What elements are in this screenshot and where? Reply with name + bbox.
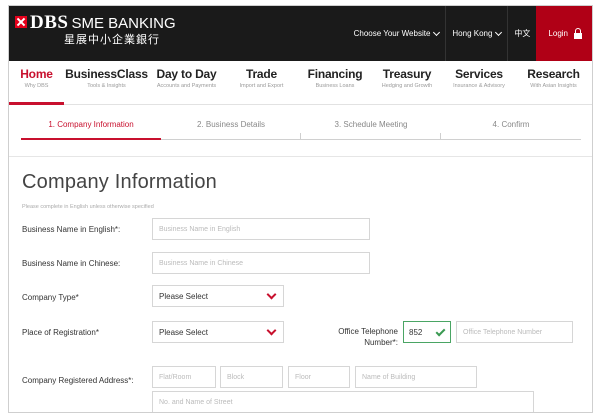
nav-sub: Why DBS [24, 83, 49, 89]
progress-steps: 1. Company Information 2. Business Detai… [21, 118, 581, 140]
flat-room-input[interactable]: Flat/Room [152, 366, 216, 388]
office-telephone-input[interactable]: Office Telephone Number [456, 321, 573, 343]
office-telephone-label: Office Telephone Number*: [324, 326, 398, 348]
nav-item-services[interactable]: Services Insurance & Advisory [443, 61, 515, 104]
block-input[interactable]: Block [220, 366, 283, 388]
lock-icon [574, 27, 582, 39]
logo-chinese: 星展中小企業銀行 [64, 34, 160, 46]
chevron-down-icon [433, 28, 441, 36]
nav-sub: Tools & Insights [87, 83, 126, 89]
nav-item-financing[interactable]: Financing Business Loans [299, 61, 371, 104]
place-of-registration-select[interactable]: Please Select [152, 321, 284, 343]
nav-title: Research [527, 67, 580, 81]
step-company-information: 1. Company Information [21, 118, 161, 140]
placeholder: Floor [295, 373, 311, 381]
login-label: Login [548, 29, 568, 38]
step-confirm: 4. Confirm [441, 118, 581, 140]
nav-title: Day to Day [156, 67, 217, 81]
business-name-en-label: Business Name in English*: [22, 225, 121, 234]
country-code-field[interactable]: 852 [403, 321, 451, 343]
main-nav: Home Why DBS BusinessClass Tools & Insig… [9, 61, 592, 105]
nav-item-home[interactable]: Home Why DBS [9, 61, 64, 105]
nav-sub: Import and Export [239, 83, 284, 89]
placeholder: Block [227, 373, 245, 381]
company-type-label: Company Type* [22, 293, 79, 302]
nav-item-trade[interactable]: Trade Import and Export [224, 61, 299, 104]
label-line: Office Telephone [338, 327, 398, 336]
form-note: Please complete in English unless otherw… [22, 204, 154, 210]
divider [9, 156, 592, 157]
building-name-input[interactable]: Name of Building [355, 366, 477, 388]
nav-title: Home [20, 67, 53, 81]
dbs-logo[interactable]: DBS SME BANKING [15, 13, 176, 33]
select-value: Please Select [159, 291, 208, 301]
place-of-registration-label: Place of Registration* [22, 328, 99, 337]
language-label: 中文 [514, 29, 531, 38]
business-name-cn-input[interactable]: Business Name in Chinese [152, 252, 370, 274]
placeholder: Flat/Room [159, 373, 192, 381]
nav-item-day-to-day[interactable]: Day to Day Accounts and Payments [149, 61, 224, 104]
logo-sub: SME BANKING [71, 15, 176, 32]
page-frame: DBS SME BANKING 星展中小企業銀行 Choose Your Webs… [8, 5, 593, 413]
country-code-value: 852 [409, 327, 423, 337]
region-dropdown[interactable]: Hong Kong [445, 6, 507, 61]
placeholder: Business Name in English [159, 225, 241, 233]
nav-item-treasury[interactable]: Treasury Hedging and Growth [371, 61, 443, 104]
select-value: Please Select [159, 327, 208, 337]
choose-website-dropdown[interactable]: Choose Your Website [348, 6, 446, 61]
nav-title: Trade [245, 67, 278, 81]
nav-sub: Insurance & Advisory [453, 83, 505, 89]
top-bar: DBS SME BANKING 星展中小企業銀行 Choose Your Webs… [9, 6, 592, 61]
business-name-en-input[interactable]: Business Name in English [152, 218, 370, 240]
checkmark-icon [435, 326, 446, 337]
business-name-cn-label: Business Name in Chinese: [22, 259, 121, 268]
nav-title: Services [455, 67, 503, 81]
login-button[interactable]: Login [536, 6, 592, 61]
placeholder: Business Name in Chinese [159, 259, 244, 267]
logo-text: DBS SME BANKING [30, 12, 176, 33]
placeholder: Name of Building [362, 373, 416, 381]
step-schedule-meeting: 3. Schedule Meeting [301, 118, 441, 140]
company-address-label: Company Registered Address*: [22, 376, 134, 385]
nav-sub: With Asian Insights [530, 83, 577, 89]
chevron-down-icon [266, 289, 277, 300]
region-label: Hong Kong [452, 29, 493, 38]
nav-title: Financing [307, 67, 363, 81]
floor-input[interactable]: Floor [288, 366, 350, 388]
street-input[interactable]: No. and Name of Street [152, 391, 534, 412]
choose-website-label: Choose Your Website [353, 29, 431, 38]
top-links: Choose Your Website Hong Kong 中文 Login [348, 6, 592, 61]
nav-title: BusinessClass [65, 67, 148, 81]
dbs-star-icon [15, 16, 27, 28]
page-title: Company Information [22, 171, 218, 193]
chevron-down-icon [266, 325, 277, 336]
nav-title: Treasury [382, 67, 432, 81]
nav-item-businessclass[interactable]: BusinessClass Tools & Insights [64, 61, 149, 104]
nav-sub: Accounts and Payments [156, 83, 217, 89]
placeholder: Office Telephone Number [463, 328, 543, 336]
company-type-select[interactable]: Please Select [152, 285, 284, 307]
nav-sub: Business Loans [315, 83, 355, 89]
chevron-down-icon [495, 28, 503, 36]
label-line: Number*: [364, 338, 398, 347]
language-link[interactable]: 中文 [507, 6, 536, 61]
nav-sub: Hedging and Growth [381, 83, 433, 89]
placeholder: No. and Name of Street [159, 398, 233, 406]
step-business-details: 2. Business Details [161, 118, 301, 140]
nav-item-research[interactable]: Research With Asian Insights [515, 61, 592, 104]
